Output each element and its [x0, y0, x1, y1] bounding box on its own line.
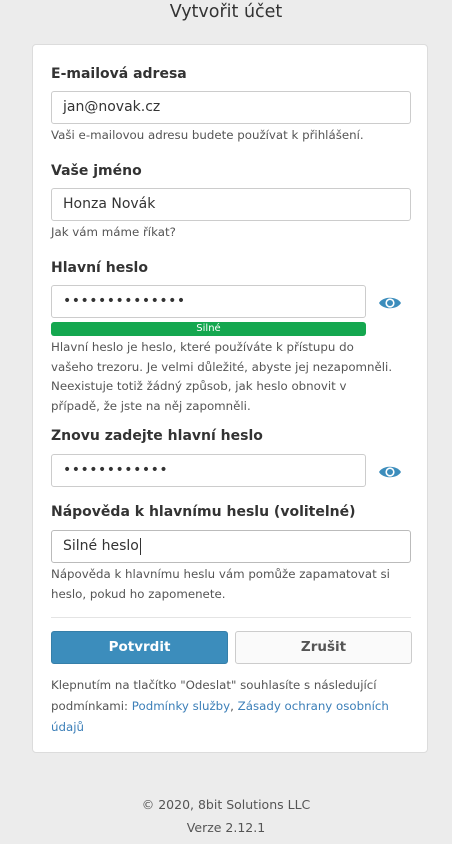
confirm-password-field[interactable]: ••••••••••••: [51, 454, 366, 487]
master-password-hint: Hlavní heslo je heslo, které používáte k…: [51, 340, 393, 413]
eye-icon[interactable]: [378, 294, 402, 312]
password-hint-label: Nápověda k hlavnímu heslu (volitelné): [51, 504, 356, 520]
terms-text: Klepnutím na tlačítko "Odeslat" souhlasí…: [51, 675, 411, 738]
email-field[interactable]: jan@novak.cz: [51, 91, 411, 124]
terms-of-service-link[interactable]: Podmínky služby: [132, 699, 230, 713]
text-cursor: [139, 537, 141, 555]
divider: [51, 617, 411, 618]
name-field[interactable]: Honza Novák: [51, 188, 411, 221]
eye-icon[interactable]: [378, 463, 402, 481]
confirm-password-label: Znovu zadejte hlavní heslo: [51, 428, 263, 444]
name-label: Vaše jméno: [51, 163, 142, 179]
footer-version: Verze 2.12.1: [186, 820, 266, 835]
master-password-field[interactable]: ••••••••••••••: [51, 285, 366, 318]
page-title: Vytvořit účet: [169, 2, 283, 22]
password-strength-bar: Silné: [51, 322, 366, 336]
password-hint-field[interactable]: Silné heslo: [51, 530, 411, 563]
submit-button[interactable]: Potvrdit: [51, 631, 228, 664]
terms-separator: ,: [230, 699, 238, 713]
footer-copyright: © 2020, 8bit Solutions LLC: [141, 797, 311, 812]
master-password-label: Hlavní heslo: [51, 260, 148, 276]
name-hint: Jak vám máme říkat?: [51, 225, 176, 239]
email-label: E-mailová adresa: [51, 66, 187, 82]
cancel-button[interactable]: Zrušit: [235, 631, 412, 664]
password-hint-value: Silné heslo: [63, 538, 139, 554]
register-card: E-mailová adresa jan@novak.cz Vaši e-mai…: [32, 44, 428, 753]
email-hint: Vaši e-mailovou adresu budete používat k…: [51, 128, 364, 142]
password-hint-help: Nápověda k hlavnímu heslu vám pomůže zap…: [51, 567, 390, 601]
